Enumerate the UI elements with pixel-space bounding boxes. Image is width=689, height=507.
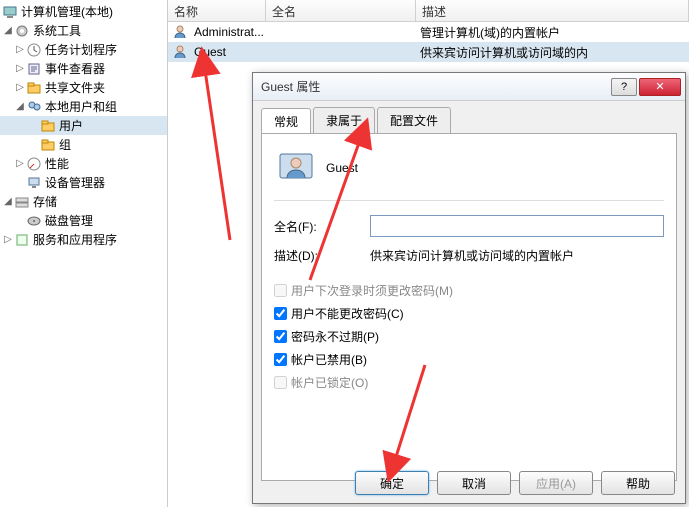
help-button[interactable]: ?: [611, 78, 637, 96]
tree-label: 设备管理器: [45, 174, 105, 191]
user-icon: [172, 24, 188, 40]
tree-label: 系统工具: [33, 22, 81, 39]
task-icon: [26, 42, 42, 58]
tree-label: 服务和应用程序: [33, 231, 117, 248]
storage-icon: [14, 194, 30, 210]
services-icon: [14, 232, 30, 248]
tree-label: 事件查看器: [45, 60, 105, 77]
row-desc: 管理计算机(域)的内置帐户: [420, 24, 689, 41]
tree-label: 任务计划程序: [45, 41, 117, 58]
tree-expand-icon[interactable]: ▷: [14, 82, 26, 93]
dialog-button-row: 确定 取消 应用(A) 帮助: [355, 471, 675, 495]
tree-root[interactable]: 计算机管理(本地): [0, 2, 167, 21]
tree-collapse-icon[interactable]: ◢: [2, 25, 14, 36]
checkbox-cannotchange[interactable]: [274, 307, 287, 320]
row-name: Administrat...: [194, 25, 264, 39]
cancel-button[interactable]: 取消: [437, 471, 511, 495]
col-header-desc[interactable]: 描述: [416, 0, 689, 21]
tree-expand-icon[interactable]: ▷: [2, 234, 14, 245]
check-account-locked: 帐户已锁定(O): [274, 374, 664, 391]
properties-dialog: Guest 属性 ? ✕ 常规 隶属于 配置文件 Guest 全名(F): 描述…: [252, 72, 686, 504]
fullname-input[interactable]: [370, 215, 664, 237]
list-row-guest[interactable]: Guest 供来宾访问计算机或访问域的内: [168, 42, 689, 62]
apply-button[interactable]: 应用(A): [519, 471, 593, 495]
checkbox-neverexpire[interactable]: [274, 330, 287, 343]
tree-label: 用户: [59, 117, 83, 134]
tree-label: 共享文件夹: [45, 79, 105, 96]
user-large-icon: [278, 150, 314, 186]
tree-label: 性能: [45, 155, 69, 172]
device-icon: [26, 175, 42, 191]
share-icon: [26, 80, 42, 96]
tree-expand-icon[interactable]: ▷: [14, 158, 26, 169]
computer-icon: [2, 4, 18, 20]
tree-item-event-viewer[interactable]: ▷ 事件查看器: [0, 59, 167, 78]
list-header: 名称 全名 描述: [168, 0, 689, 22]
tree-collapse-icon[interactable]: ◢: [14, 101, 26, 112]
tree-item-performance[interactable]: ▷ 性能: [0, 154, 167, 173]
tree-label: 存储: [33, 193, 57, 210]
tree-root-label: 计算机管理(本地): [21, 3, 113, 20]
close-button[interactable]: ✕: [639, 78, 681, 96]
event-icon: [26, 61, 42, 77]
row-desc: 供来宾访问计算机或访问域的内: [420, 44, 689, 61]
tree-item-services-apps[interactable]: ▷ 服务和应用程序: [0, 230, 167, 249]
tree-item-device-manager[interactable]: 设备管理器: [0, 173, 167, 192]
user-icon: [172, 44, 188, 60]
tree-item-disk-management[interactable]: 磁盘管理: [0, 211, 167, 230]
list-row-administrator[interactable]: Administrat... 管理计算机(域)的内置帐户: [168, 22, 689, 42]
tree-item-groups[interactable]: 组: [0, 135, 167, 154]
check-must-change-password: 用户下次登录时须更改密码(M): [274, 282, 664, 299]
dialog-titlebar[interactable]: Guest 属性 ? ✕: [253, 73, 685, 101]
tab-profile[interactable]: 配置文件: [377, 107, 451, 133]
tree-label: 本地用户和组: [45, 98, 117, 115]
tree-label: 组: [59, 136, 71, 153]
check-password-never-expires[interactable]: 密码永不过期(P): [274, 328, 664, 345]
tree-item-system-tools[interactable]: ◢ 系统工具: [0, 21, 167, 40]
tree-item-users[interactable]: 用户: [0, 116, 167, 135]
checkbox-locked: [274, 376, 287, 389]
folder-icon: [40, 137, 56, 153]
users-icon: [26, 99, 42, 115]
col-header-name[interactable]: 名称: [168, 0, 266, 21]
tab-memberof[interactable]: 隶属于: [313, 107, 375, 133]
tree-item-local-users-groups[interactable]: ◢ 本地用户和组: [0, 97, 167, 116]
description-label: 描述(D):: [274, 247, 370, 264]
tab-strip: 常规 隶属于 配置文件: [253, 101, 685, 133]
tree-expand-icon[interactable]: ▷: [14, 63, 26, 74]
checkbox-disabled[interactable]: [274, 353, 287, 366]
check-cannot-change-password[interactable]: 用户不能更改密码(C): [274, 305, 664, 322]
tree-panel: 计算机管理(本地) ◢ 系统工具 ▷ 任务计划程序 ▷ 事件查看器 ▷ 共享文件…: [0, 0, 168, 507]
fullname-label: 全名(F):: [274, 218, 370, 235]
tree-expand-icon[interactable]: ▷: [14, 44, 26, 55]
row-name: Guest: [194, 45, 226, 59]
tree-label: 磁盘管理: [45, 212, 93, 229]
tree-item-shared-folders[interactable]: ▷ 共享文件夹: [0, 78, 167, 97]
dialog-title: Guest 属性: [261, 78, 611, 95]
tree-item-storage[interactable]: ◢ 存储: [0, 192, 167, 211]
username-display: Guest: [326, 161, 358, 175]
tree-collapse-icon[interactable]: ◢: [2, 196, 14, 207]
disk-icon: [26, 213, 42, 229]
gear-icon: [14, 23, 30, 39]
help-button-bottom[interactable]: 帮助: [601, 471, 675, 495]
perf-icon: [26, 156, 42, 172]
tree-item-task-scheduler[interactable]: ▷ 任务计划程序: [0, 40, 167, 59]
ok-button[interactable]: 确定: [355, 471, 429, 495]
col-header-fullname[interactable]: 全名: [266, 0, 416, 21]
tab-general[interactable]: 常规: [261, 108, 311, 134]
check-account-disabled[interactable]: 帐户已禁用(B): [274, 351, 664, 368]
tab-content-general: Guest 全名(F): 描述(D): 供来宾访问计算机或访问域的内置帐户 用户…: [261, 133, 677, 481]
checkbox-mustchange: [274, 284, 287, 297]
folder-icon: [40, 118, 56, 134]
description-value: 供来宾访问计算机或访问域的内置帐户: [370, 247, 664, 264]
